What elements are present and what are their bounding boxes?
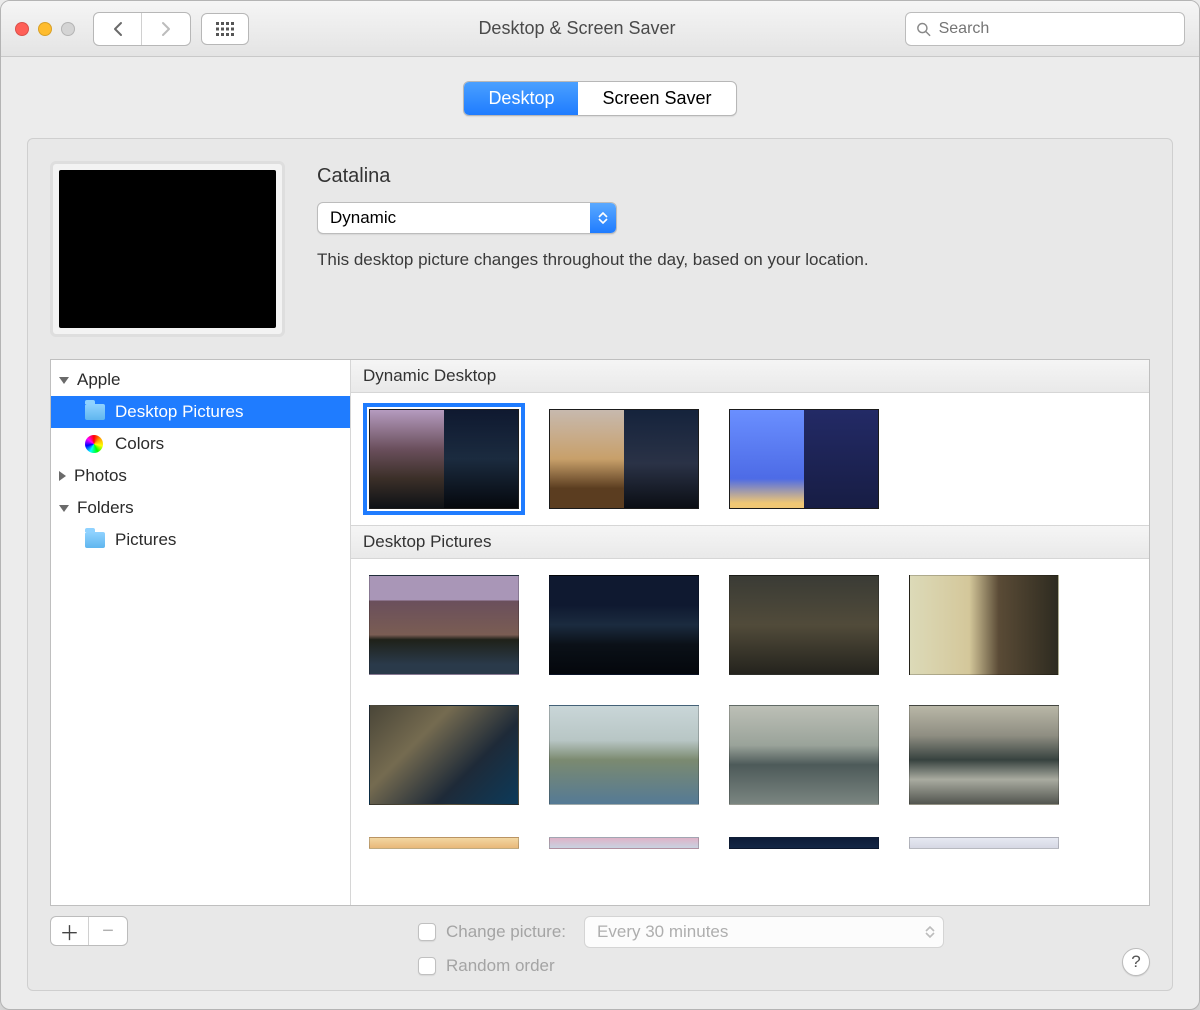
dynamic-thumbs xyxy=(351,393,1149,525)
sidebar-label: Photos xyxy=(74,466,127,486)
zoom-window-button[interactable] xyxy=(61,22,75,36)
current-wallpaper-preview xyxy=(50,161,285,337)
section-dynamic-desktop: Dynamic Desktop xyxy=(351,360,1149,393)
help-button[interactable]: ? xyxy=(1122,948,1150,976)
static-thumbs-partial xyxy=(351,821,1149,865)
thumb-wallpaper[interactable] xyxy=(729,837,879,849)
sidebar-label: Desktop Pictures xyxy=(115,402,244,422)
prefs-window: Desktop & Screen Saver Desktop Screen Sa… xyxy=(0,0,1200,1010)
stepper-icon xyxy=(590,203,616,233)
content-area: Desktop Screen Saver Catalina Dynamic xyxy=(1,57,1199,1009)
thumb-wallpaper[interactable] xyxy=(549,705,699,805)
add-folder-button[interactable]: ＋ xyxy=(51,917,89,945)
change-options: Change picture: Every 30 minutes Random … xyxy=(418,916,944,976)
thumb-catalina-dynamic[interactable] xyxy=(369,409,519,509)
wallpaper-gallery: Dynamic Desktop Desktop Pictures xyxy=(351,360,1149,905)
sidebar-label: Colors xyxy=(115,434,164,454)
source-sidebar: Apple Desktop Pictures Colors Photos xyxy=(51,360,351,905)
traffic-lights xyxy=(15,22,75,36)
current-wallpaper-name: Catalina xyxy=(317,165,1150,188)
thumb-wallpaper[interactable] xyxy=(369,575,519,675)
thumb-wallpaper[interactable] xyxy=(549,575,699,675)
color-wheel-icon xyxy=(85,435,103,453)
thumb-wallpaper[interactable] xyxy=(729,575,879,675)
sidebar-label: Pictures xyxy=(115,530,176,550)
chevron-down-icon xyxy=(59,505,69,512)
folder-icon xyxy=(85,532,105,548)
sidebar-item-pictures[interactable]: Pictures xyxy=(51,524,350,556)
appearance-mode-value: Dynamic xyxy=(318,203,590,233)
thumb-solar-gradients[interactable] xyxy=(729,409,879,509)
thumb-wallpaper[interactable] xyxy=(549,837,699,849)
random-order-label: Random order xyxy=(446,956,555,976)
add-remove-folder: ＋ − xyxy=(50,916,128,946)
search-input[interactable] xyxy=(939,20,1174,38)
current-wallpaper-info: Catalina Dynamic This desktop picture ch… xyxy=(317,161,1150,337)
thumb-wallpaper[interactable] xyxy=(909,837,1059,849)
thumb-wallpaper[interactable] xyxy=(369,837,519,849)
current-wallpaper-description: This desktop picture changes throughout … xyxy=(317,250,1150,270)
thumb-wallpaper[interactable] xyxy=(909,705,1059,805)
thumb-mojave-dynamic[interactable] xyxy=(549,409,699,509)
back-button[interactable] xyxy=(94,13,142,45)
current-wallpaper-area: Catalina Dynamic This desktop picture ch… xyxy=(50,161,1150,337)
interval-value: Every 30 minutes xyxy=(585,917,917,947)
change-picture-label: Change picture: xyxy=(446,922,566,942)
search-icon xyxy=(916,21,931,37)
desktop-pane: Catalina Dynamic This desktop picture ch… xyxy=(27,138,1173,991)
search-field[interactable] xyxy=(905,12,1185,46)
chevron-down-icon xyxy=(59,377,69,384)
interval-select[interactable]: Every 30 minutes xyxy=(584,916,944,948)
thumb-wallpaper[interactable] xyxy=(729,705,879,805)
sidebar-label: Apple xyxy=(77,370,120,390)
show-all-button[interactable] xyxy=(201,13,249,45)
window-title: Desktop & Screen Saver xyxy=(259,18,895,39)
remove-folder-button[interactable]: − xyxy=(89,917,127,945)
thumb-wallpaper[interactable] xyxy=(909,575,1059,675)
grid-icon xyxy=(216,22,234,36)
wallpaper-preview-image xyxy=(59,170,276,328)
change-picture-checkbox[interactable] xyxy=(418,923,436,941)
folder-icon xyxy=(85,404,105,420)
sidebar-label: Folders xyxy=(77,498,134,518)
titlebar: Desktop & Screen Saver xyxy=(1,1,1199,57)
sidebar-item-desktop-pictures[interactable]: Desktop Pictures xyxy=(51,396,350,428)
section-desktop-pictures: Desktop Pictures xyxy=(351,525,1149,559)
sidebar-group-apple[interactable]: Apple xyxy=(51,364,350,396)
static-thumbs xyxy=(351,559,1149,821)
tab-switch: Desktop Screen Saver xyxy=(463,81,736,116)
stepper-icon xyxy=(917,917,943,947)
bottom-bar: ＋ − Change picture: Every 30 minutes xyxy=(50,906,1150,976)
sidebar-item-colors[interactable]: Colors xyxy=(51,428,350,460)
forward-button[interactable] xyxy=(142,13,190,45)
tab-desktop[interactable]: Desktop xyxy=(464,82,578,115)
chevron-right-icon xyxy=(59,471,66,481)
random-order-checkbox[interactable] xyxy=(418,957,436,975)
nav-back-forward xyxy=(93,12,191,46)
close-window-button[interactable] xyxy=(15,22,29,36)
sidebar-group-folders[interactable]: Folders xyxy=(51,492,350,524)
sidebar-group-photos[interactable]: Photos xyxy=(51,460,350,492)
appearance-mode-select[interactable]: Dynamic xyxy=(317,202,617,234)
wallpaper-browser: Apple Desktop Pictures Colors Photos xyxy=(50,359,1150,906)
tab-screen-saver[interactable]: Screen Saver xyxy=(578,82,735,115)
thumb-wallpaper[interactable] xyxy=(369,705,519,805)
minimize-window-button[interactable] xyxy=(38,22,52,36)
